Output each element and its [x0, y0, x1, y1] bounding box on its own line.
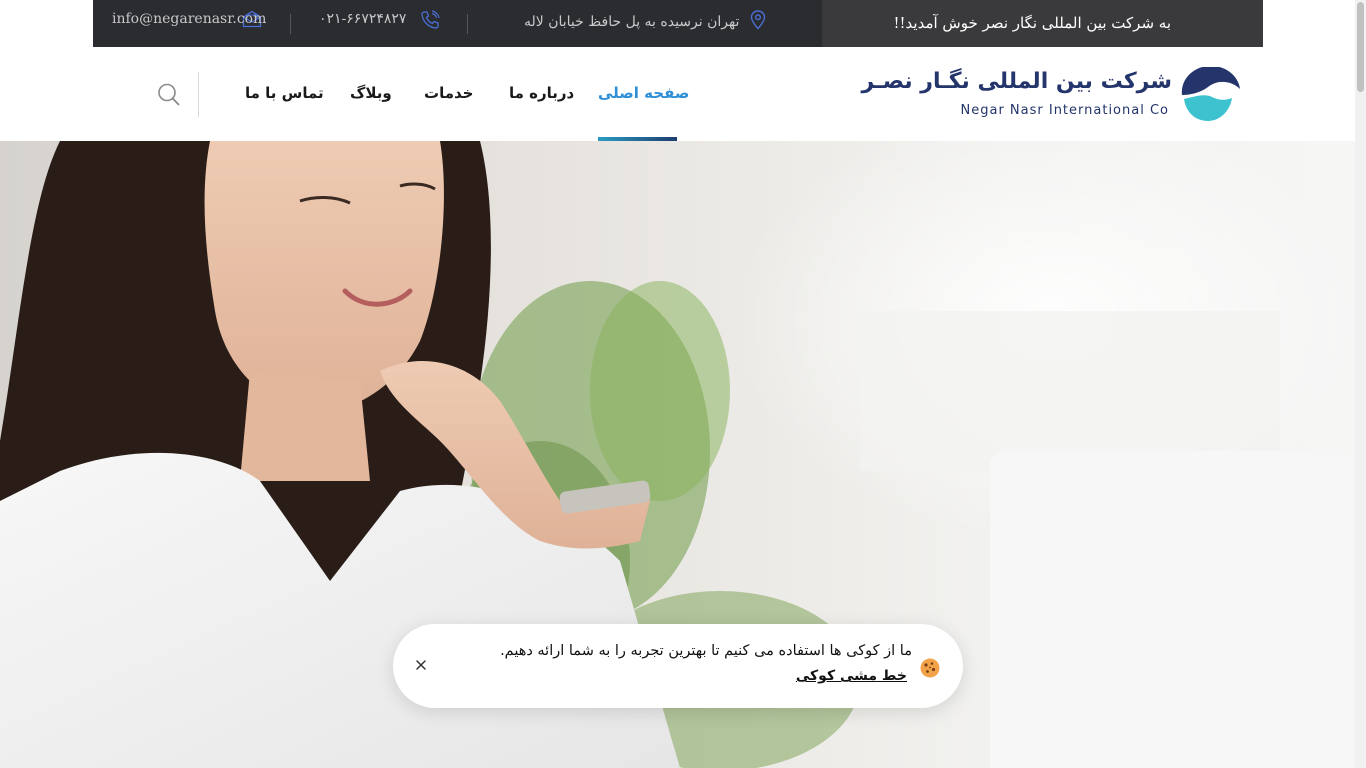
nav-item-services[interactable]: خدمات — [424, 84, 473, 102]
topbar-divider — [290, 14, 291, 34]
site-header: شرکت بین المللی نگـار نصـر Negar Nasr In… — [0, 47, 1355, 141]
scrollbar-thumb[interactable] — [1357, 2, 1364, 92]
location-icon — [750, 10, 766, 30]
welcome-panel: به شرکت بین المللی نگار نصر خوش آمدید!! — [822, 0, 1263, 47]
top-bar: به شرکت بین المللی نگار نصر خوش آمدید!! … — [93, 0, 1263, 47]
nav-item-about[interactable]: درباره ما — [509, 84, 574, 102]
cookie-icon — [920, 658, 940, 678]
logo-name-english: Negar Nasr International Co — [960, 103, 1169, 118]
site-logo[interactable]: شرکت بین المللی نگـار نصـر Negar Nasr In… — [862, 65, 1250, 125]
cookie-policy-link[interactable]: خط مشی کوکی — [796, 668, 907, 684]
phone-icon — [421, 10, 440, 29]
cookie-notice: ما از کوکی ها استفاده می کنیم تا بهترین … — [393, 624, 963, 708]
address-text: تهران نرسیده به پل حافظ خیابان لاله — [524, 14, 740, 30]
welcome-text: به شرکت بین المللی نگار نصر خوش آمدید!! — [893, 14, 1171, 32]
search-icon[interactable] — [156, 82, 180, 106]
topbar-divider — [467, 14, 468, 34]
logo-name-persian: شرکت بین المللی نگـار نصـر — [861, 69, 1173, 94]
nav-item-blog[interactable]: وبلاگ — [350, 84, 392, 102]
logo-mark-icon — [1181, 67, 1240, 121]
phone-number[interactable]: ۰۲۱-۶۶۷۲۴۸۲۷ — [319, 11, 406, 27]
cookie-message: ما از کوکی ها استفاده می کنیم تا بهترین … — [500, 643, 912, 659]
nav-item-home[interactable]: صفحه اصلی — [598, 84, 689, 102]
email-address[interactable]: info@negarenasr.com — [112, 11, 266, 27]
page-scrollbar[interactable] — [1355, 0, 1366, 768]
nav-item-contact[interactable]: تماس با ما — [245, 84, 324, 102]
nav-divider — [198, 72, 199, 117]
close-icon[interactable] — [413, 657, 429, 673]
